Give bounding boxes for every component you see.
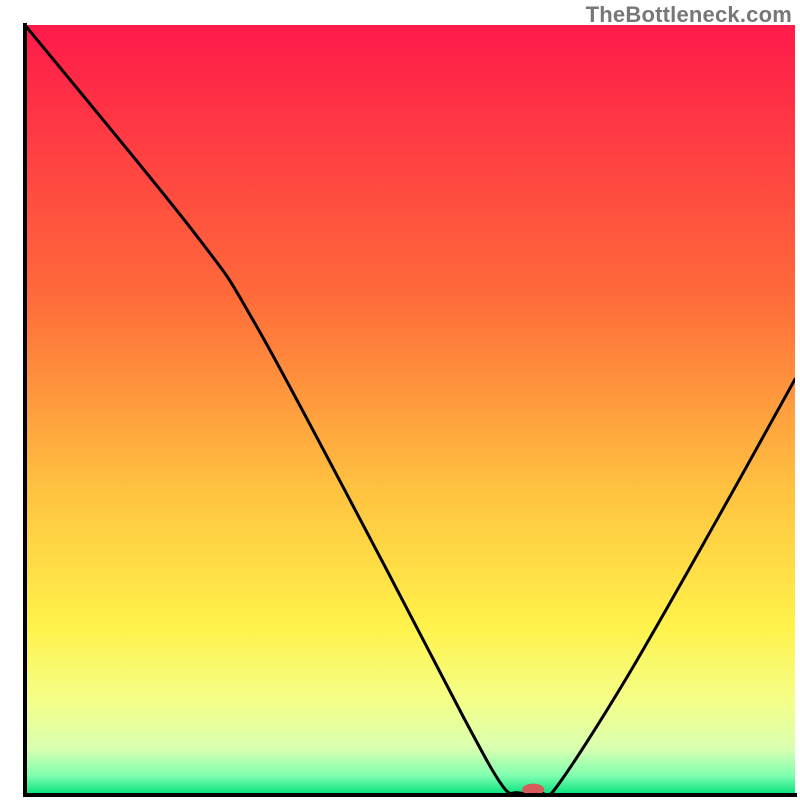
bottleneck-chart [0, 0, 800, 800]
chart-container: TheBottleneck.com [0, 0, 800, 800]
watermark-text: TheBottleneck.com [586, 2, 792, 28]
plot-background [25, 25, 795, 795]
